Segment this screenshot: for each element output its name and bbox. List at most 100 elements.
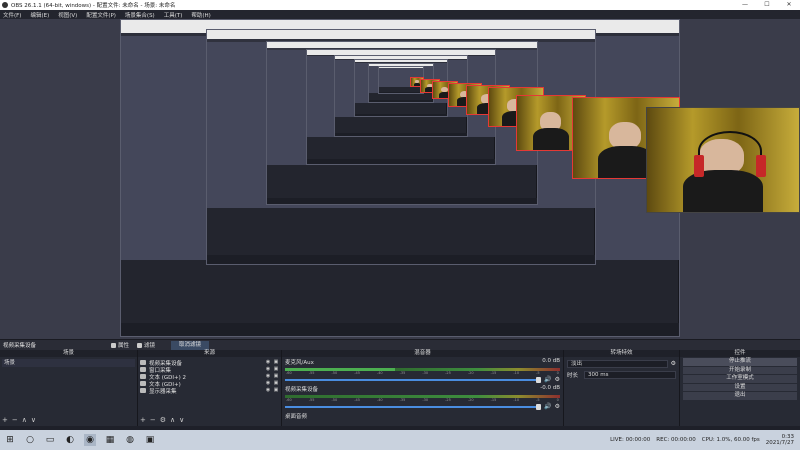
gear-icon [111, 342, 116, 348]
window-title: OBS 26.1.1 (64-bit, windows) - 配置文件: 未命名… [11, 3, 176, 9]
task-view-icon[interactable]: ▭ [44, 434, 56, 446]
eye-icon[interactable]: ◉ [265, 374, 271, 379]
clock[interactable]: 0:33 2021/7/27 [766, 434, 794, 446]
deactivate-filters-tab[interactable]: 取消滤镜 [171, 340, 210, 350]
gear-icon[interactable]: ⚙ [671, 360, 676, 367]
volume-slider[interactable] [285, 376, 542, 383]
source-toolbar: 视频采集设备 属性 滤镜 取消滤镜 [0, 339, 800, 350]
taskbar: ⊞ ○ ▭ ◐ ◉ ▦ ◍ ▣ LIVE: 00:00:00 REC: 00:0… [0, 430, 800, 450]
filter-icon [137, 342, 143, 348]
scenes-footer: + − ∧ ∨ [2, 416, 36, 424]
menu-view[interactable]: 视图(V) [58, 11, 77, 19]
settings-button[interactable]: 设置 [683, 383, 797, 391]
text-icon [140, 374, 146, 379]
slider-handle[interactable] [536, 403, 542, 410]
track-name: 麦克风/Aux [285, 360, 314, 366]
move-down-source-button[interactable]: ∨ [179, 416, 184, 424]
speaker-icon[interactable]: 🔊 [544, 376, 551, 383]
window-controls: — ☐ ✕ [734, 0, 800, 10]
store-icon[interactable]: ▦ [104, 434, 116, 446]
obs-taskbar-icon[interactable]: ◉ [84, 434, 96, 446]
mixer-title: 混音器 [282, 350, 563, 357]
eye-icon[interactable]: ◉ [265, 381, 271, 386]
duration-label: 时长 [567, 372, 579, 379]
slider-handle[interactable] [536, 376, 542, 383]
mixer-track: 桌面音频 [282, 411, 563, 421]
source-properties-button[interactable]: ⚙ [160, 416, 166, 424]
track-name: 桌面音频 [285, 414, 308, 420]
track-db: -0.0 dB [540, 385, 560, 391]
maximize-button[interactable]: ☐ [756, 0, 778, 10]
lock-icon[interactable]: ▣ [273, 381, 279, 386]
volume-slider[interactable] [285, 403, 542, 410]
steam-icon[interactable]: ◍ [124, 434, 136, 446]
track-name: 视频采集设备 [285, 387, 319, 393]
exit-button[interactable]: 退出 [683, 392, 797, 400]
add-scene-button[interactable]: + [2, 416, 8, 424]
camera-icon [140, 360, 146, 365]
preview-canvas[interactable] [0, 19, 800, 339]
menu-profile[interactable]: 配置文件(P) [86, 11, 116, 19]
scenes-title: 场景 [0, 350, 137, 357]
meter-ticks: -60 -55 -50 -45 -40 -35 -30 -25 -20 -15 -10 -5 0 [286, 398, 559, 402]
mixer-track: 视频采集设备 -0.0 dB -60 -55 -50 -45 -40 -35 -30 -25-… [282, 384, 563, 411]
filters-label: 滤镜 [144, 343, 156, 349]
filters-button[interactable]: 滤镜 [137, 341, 155, 349]
eye-icon[interactable]: ◉ [265, 388, 271, 393]
lock-icon[interactable]: ▣ [273, 374, 279, 379]
live-status: LIVE: 00:00:00 [610, 437, 651, 443]
app-icon[interactable]: ▣ [144, 434, 156, 446]
minimize-button[interactable]: — [734, 0, 756, 10]
menu-tools[interactable]: 工具(T) [164, 11, 183, 19]
eye-icon[interactable]: ◉ [265, 367, 271, 372]
gear-icon[interactable]: ⚙ [555, 376, 560, 383]
menu-file[interactable]: 文件(F) [3, 11, 21, 19]
speaker-icon[interactable]: 🔊 [544, 403, 551, 410]
scene-item[interactable]: 场景 [2, 359, 135, 367]
source-item[interactable]: 显示器采集 ◉ ▣ [140, 387, 279, 395]
remove-source-button[interactable]: − [150, 416, 156, 424]
system-tray: LIVE: 00:00:00 REC: 00:00:00 CPU: 1.0%, … [610, 434, 800, 446]
window-icon [140, 367, 146, 372]
menu-edit[interactable]: 编辑(E) [30, 11, 49, 19]
studio-mode-button[interactable]: 工作室模式 [683, 375, 797, 383]
transition-select[interactable]: 淡出 [567, 359, 668, 368]
windows-start-icon[interactable]: ⊞ [4, 434, 16, 446]
menu-scene-collection[interactable]: 场景集合(S) [125, 11, 155, 19]
text-icon [140, 381, 146, 386]
controls-dock: 控件 停止推流 开始录制 工作室模式 设置 退出 [680, 350, 800, 426]
audio-mixer-dock: 混音器 麦克风/Aux 0.0 dB -60 -55 -50 -45 -40 -35 -30… [282, 350, 564, 426]
stop-streaming-button[interactable]: 停止推流 [683, 358, 797, 366]
duration-input[interactable]: 300 ms [584, 370, 676, 379]
add-source-button[interactable]: + [140, 416, 146, 424]
lock-icon[interactable]: ▣ [273, 360, 279, 365]
properties-button[interactable]: 属性 [111, 341, 129, 349]
properties-label: 属性 [118, 343, 130, 349]
gear-icon[interactable]: ⚙ [555, 403, 560, 410]
transitions-dock: 转场特效 淡出 ⚙ 时长 300 ms [564, 350, 680, 426]
sources-title: 来源 [138, 350, 281, 357]
edge-icon[interactable]: ◐ [64, 434, 76, 446]
move-down-scene-button[interactable]: ∨ [31, 416, 36, 424]
menu-bar: 文件(F) 编辑(E) 视图(V) 配置文件(P) 场景集合(S) 工具(T) … [0, 10, 800, 19]
eye-icon[interactable]: ◉ [265, 360, 271, 365]
controls-title: 控件 [680, 350, 800, 357]
start-recording-button[interactable]: 开始录制 [683, 366, 797, 374]
move-up-scene-button[interactable]: ∧ [22, 416, 27, 424]
menu-help[interactable]: 帮助(H) [191, 11, 210, 19]
selected-source-name: 视频采集设备 [3, 343, 37, 349]
remove-scene-button[interactable]: − [12, 416, 18, 424]
cpu-status: CPU: 1.0%, 60.00 fps [701, 437, 760, 443]
move-up-source-button[interactable]: ∧ [170, 416, 175, 424]
search-icon[interactable]: ○ [24, 434, 36, 446]
dock-area: 场景 场景 + − ∧ ∨ 来源 视频采集设备 ◉ ▣ 窗口采集 ◉ ▣ 文本 … [0, 350, 800, 426]
source-label: 显示器采集 [149, 388, 177, 395]
lock-icon[interactable]: ▣ [273, 388, 279, 393]
track-db: 0.0 dB [542, 358, 560, 364]
window-titlebar: OBS 26.1.1 (64-bit, windows) - 配置文件: 未命名… [0, 0, 800, 10]
close-button[interactable]: ✕ [778, 0, 800, 10]
transitions-title: 转场特效 [564, 350, 679, 357]
headset-earcup-right [756, 155, 766, 177]
lock-icon[interactable]: ▣ [273, 367, 279, 372]
mixer-track: 麦克风/Aux 0.0 dB -60 -55 -50 -45 -40 -35 -30 -25-… [282, 357, 563, 384]
